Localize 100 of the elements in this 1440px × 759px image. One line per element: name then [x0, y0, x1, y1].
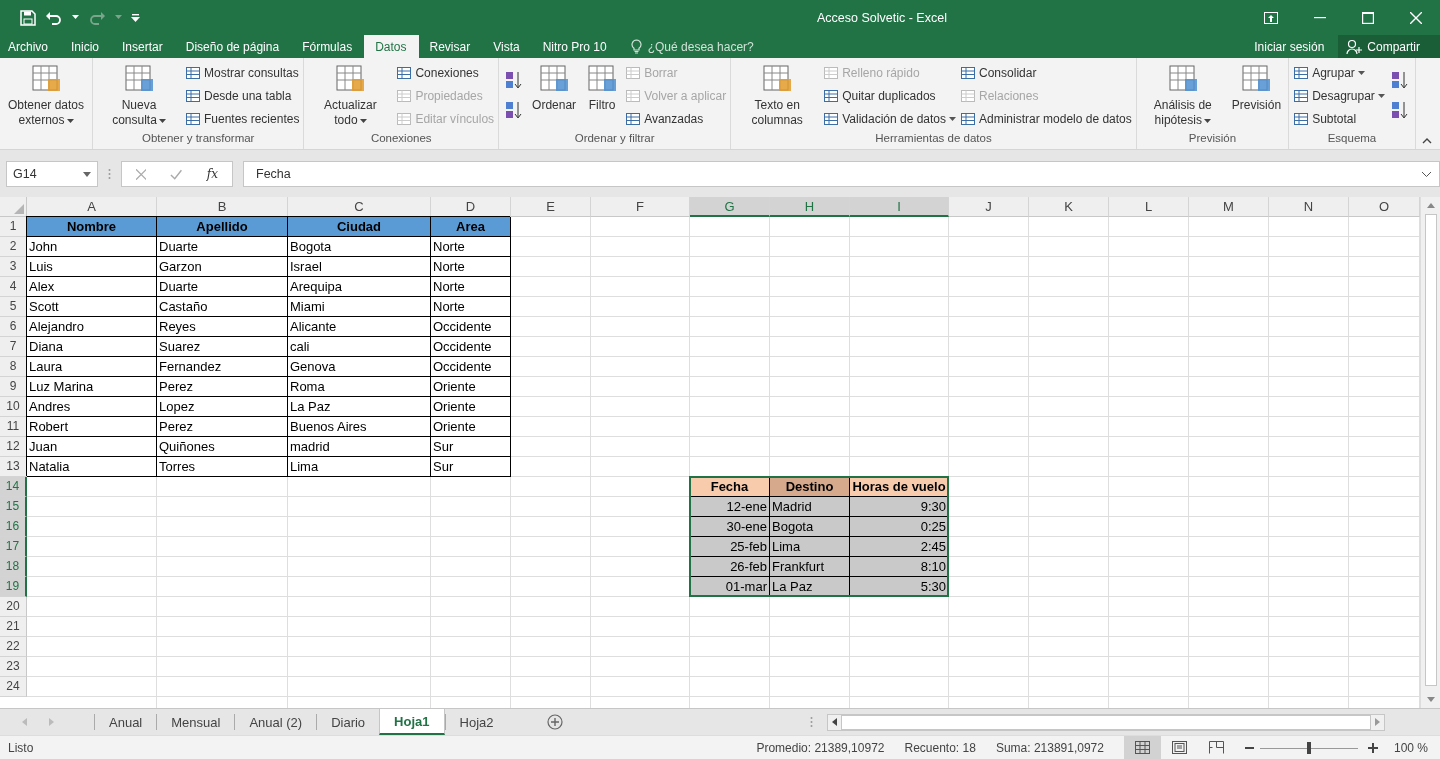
sheet-tab[interactable]: Mensual	[156, 714, 235, 730]
maximize-icon[interactable]	[1362, 11, 1374, 24]
row-header[interactable]: 18	[0, 557, 27, 577]
ribbon-button[interactable]: Previsión	[1228, 60, 1285, 132]
scroll-left-icon[interactable]	[832, 718, 837, 726]
ribbon-button[interactable]: Análisis de hipótesis	[1140, 60, 1225, 132]
column-header[interactable]: G	[690, 197, 770, 217]
row-header[interactable]: 23	[0, 657, 27, 677]
row-header[interactable]: 19	[0, 577, 27, 597]
column-header[interactable]: K	[1029, 197, 1109, 217]
vertical-scrollbar[interactable]	[1420, 197, 1440, 708]
row-header[interactable]: 15	[0, 497, 27, 517]
row-header[interactable]: 16	[0, 517, 27, 537]
zoom-out-button[interactable]	[1244, 746, 1254, 749]
view-button[interactable]	[1123, 736, 1161, 759]
column-header[interactable]: B	[157, 197, 288, 217]
column-header[interactable]: A	[27, 197, 157, 217]
ribbon-button[interactable]: Quitar duplicados	[823, 86, 957, 106]
row-header[interactable]: 5	[0, 297, 27, 317]
sheet-tab[interactable]: Anual	[94, 714, 157, 730]
sort-icon[interactable]	[505, 100, 524, 120]
column-header[interactable]: J	[949, 197, 1029, 217]
ribbon-button[interactable]: Agrupar	[1293, 63, 1385, 83]
sheet-tab[interactable]: Hoja2	[444, 714, 508, 730]
collapse-ribbon-icon[interactable]	[1422, 138, 1432, 144]
formula-field[interactable]: Fecha	[243, 161, 1440, 187]
checkmark-icon[interactable]	[170, 168, 183, 180]
column-header[interactable]: F	[591, 197, 690, 217]
row-header[interactable]: 14	[0, 477, 27, 497]
zoom-slider-thumb[interactable]	[1306, 741, 1311, 754]
ribbon-button[interactable]: Conexiones	[396, 63, 495, 83]
row-header[interactable]: 10	[0, 397, 27, 417]
ribbon-button[interactable]: Actualizar todo	[308, 60, 393, 132]
row-header[interactable]: 17	[0, 537, 27, 557]
sheet-tab[interactable]: Anual (2)	[234, 714, 317, 730]
row-header[interactable]: 24	[0, 677, 27, 697]
ribbon-button[interactable]: Texto en columnas	[735, 60, 820, 132]
column-header[interactable]: H	[770, 197, 850, 217]
column-header[interactable]: N	[1269, 197, 1349, 217]
row-header[interactable]: 9	[0, 377, 27, 397]
zoom-level[interactable]: 100 %	[1393, 740, 1428, 755]
ribbon-button[interactable]: Nueva consulta	[97, 60, 181, 132]
row-header[interactable]: 3	[0, 257, 27, 277]
column-header[interactable]: D	[431, 197, 511, 217]
ribbon-tab[interactable]: Nitro Pro 10	[531, 35, 619, 58]
column-header[interactable]: C	[288, 197, 431, 217]
zoom-slider[interactable]	[1259, 740, 1358, 755]
row-header[interactable]: 7	[0, 337, 27, 357]
zoom-in-button[interactable]	[1367, 742, 1378, 753]
scroll-up-icon[interactable]	[1426, 203, 1435, 208]
row-header[interactable]: 13	[0, 457, 27, 477]
ribbon-button[interactable]: Avanzadas	[625, 109, 727, 129]
ribbon-button[interactable]: Mostrar consultas	[185, 63, 300, 83]
row-header[interactable]: 21	[0, 617, 27, 637]
ribbon-tab[interactable]: Vista	[482, 35, 532, 58]
ribbon-button[interactable]: Obtener datos externos	[4, 60, 88, 149]
ribbon-button[interactable]: Desde una tabla	[185, 86, 300, 106]
selection-outline[interactable]	[689, 476, 949, 597]
customize-icon[interactable]	[131, 13, 140, 22]
close-icon[interactable]	[1410, 11, 1422, 24]
row-header[interactable]: 12	[0, 437, 27, 457]
caret-icon[interactable]	[72, 15, 79, 20]
column-header[interactable]: M	[1189, 197, 1269, 217]
insert-function-button[interactable]: fx	[206, 167, 218, 181]
ribbon-button[interactable]: Filtro	[583, 60, 622, 132]
minimize-icon[interactable]	[1314, 16, 1326, 19]
row-header[interactable]: 22	[0, 637, 27, 657]
ribbon-tab[interactable]: Revisar	[418, 35, 483, 58]
ribbon-tab[interactable]: Inicio	[60, 35, 112, 58]
add-sheet-icon[interactable]	[547, 714, 564, 730]
column-header[interactable]: L	[1109, 197, 1189, 217]
row-header[interactable]: 8	[0, 357, 27, 377]
ribbon-tab[interactable]: Diseño de página	[174, 35, 292, 58]
ribbon-button[interactable]: Consolidar	[960, 63, 1132, 83]
save-icon[interactable]	[20, 9, 36, 26]
ribbon-button[interactable]: Validación de datos	[823, 109, 957, 129]
ribbon-tab[interactable]: Datos	[364, 35, 419, 58]
name-box[interactable]: G14	[6, 161, 98, 187]
ribbon-tab[interactable]: Archivo	[0, 35, 60, 58]
column-header[interactable]: E	[511, 197, 591, 217]
ribbon-button[interactable]: Administrar modelo de datos	[960, 109, 1132, 129]
column-header[interactable]: O	[1349, 197, 1420, 217]
sort-icon[interactable]	[1390, 100, 1409, 120]
sort-icon[interactable]	[1390, 70, 1409, 90]
ribbon-button[interactable]: Ordenar	[529, 60, 580, 132]
share-button[interactable]: Compartir	[1338, 35, 1440, 58]
horizontal-scrollbar[interactable]	[827, 713, 1385, 731]
sign-in-link[interactable]: Iniciar sesión	[1254, 39, 1325, 54]
row-header[interactable]: 2	[0, 237, 27, 257]
ribbon-button[interactable]: Desagrupar	[1293, 86, 1385, 106]
scroll-down-icon[interactable]	[1426, 697, 1435, 702]
sheet-tab[interactable]: Hoja1	[379, 709, 445, 735]
ribbon-tab[interactable]: Fórmulas	[291, 35, 365, 58]
ribbon-tab[interactable]: Insertar	[111, 35, 175, 58]
row-header[interactable]: 6	[0, 317, 27, 337]
ribbon-display-icon[interactable]	[1264, 11, 1278, 24]
row-header[interactable]: 1	[0, 217, 27, 237]
tell-me-field[interactable]: ¿Qué desea hacer?	[645, 38, 800, 55]
sort-icon[interactable]	[505, 70, 524, 90]
row-header[interactable]: 20	[0, 597, 27, 617]
